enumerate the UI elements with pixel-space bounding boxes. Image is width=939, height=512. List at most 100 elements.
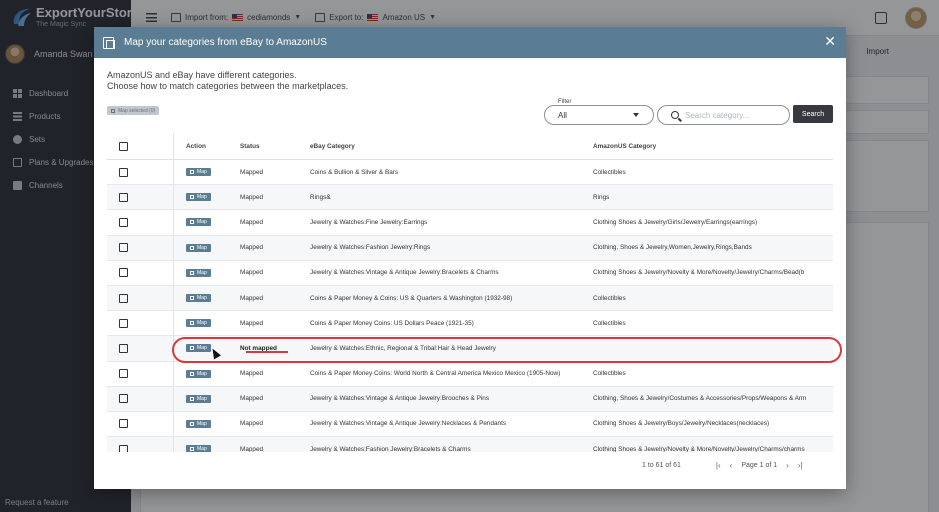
amazon-category-cell: Collectibles — [593, 370, 626, 378]
ebay-category-cell: Jewelry & Watches:Vintage & Antique Jewe… — [310, 395, 490, 403]
status-cell: Mapped — [240, 193, 264, 201]
next-page-icon[interactable]: › — [786, 461, 789, 470]
map-button-label: Map — [197, 244, 207, 251]
ebay-category-cell: Jewelry & Watches:Fine Jewelry:Earrings — [310, 218, 428, 226]
map-icon — [190, 195, 194, 200]
map-icon — [190, 245, 194, 250]
row-checkbox[interactable] — [119, 217, 128, 227]
ebay-category-cell: Jewelry & Watches:Vintage & Antique Jewe… — [310, 420, 507, 428]
map-button-label: Map — [197, 395, 207, 402]
table-body: Map Mapped Coins & Bullion & Silver & Bars… — [107, 160, 833, 452]
categories-table: Action Status eBay Category AmazonUS Cat… — [107, 133, 833, 452]
row-checkbox[interactable] — [119, 243, 128, 253]
map-icon — [190, 447, 194, 452]
map-button[interactable]: Map — [186, 319, 211, 328]
map-button[interactable]: Map — [186, 394, 211, 403]
amazon-category-cell: Collectibles — [593, 294, 626, 302]
map-button-label: Map — [197, 219, 207, 226]
ebay-category-cell: Coins & Paper Money Coins: World North &… — [310, 370, 561, 378]
map-icon — [190, 270, 194, 275]
chevron-down-icon — [633, 113, 639, 117]
map-icon — [190, 170, 194, 175]
row-checkbox[interactable] — [119, 444, 128, 452]
filter-value: All — [558, 111, 567, 120]
row-checkbox[interactable] — [119, 167, 128, 177]
ebay-category-cell: Rings& — [310, 193, 331, 201]
ebay-category-cell: Coins & Paper Money Coins: US Dollars Pe… — [310, 319, 474, 327]
amazon-category-cell: Clothing, Shoes & Jewelry,Women,Jewelry,… — [593, 244, 752, 252]
column-header-status[interactable]: Status — [240, 143, 310, 150]
row-checkbox[interactable] — [119, 192, 128, 202]
map-icon — [190, 220, 194, 225]
status-cell: Mapped — [240, 319, 264, 327]
status-cell: Mapped — [240, 168, 264, 176]
pager-page: Page 1 of 1 — [741, 462, 778, 469]
status-cell: Mapped — [240, 395, 264, 403]
map-button[interactable]: Map — [186, 445, 211, 452]
map-icon — [190, 396, 194, 401]
row-checkbox[interactable] — [119, 419, 128, 429]
prev-page-icon[interactable]: ‹ — [730, 461, 733, 470]
column-header-amazon[interactable]: AmazonUS Category — [593, 143, 833, 150]
map-icon — [190, 371, 194, 376]
table-header: Action Status eBay Category AmazonUS Cat… — [107, 133, 833, 160]
row-checkbox[interactable] — [119, 343, 128, 353]
map-button[interactable]: Map — [186, 218, 211, 227]
table-row: Map Mapped Coins & Paper Money Coins: US D… — [107, 311, 833, 337]
amazon-category-cell: Clothing Shoes & Jewelry/Boys/Jewelry/Ne… — [593, 420, 770, 428]
map-icon — [111, 108, 115, 113]
copy-icon — [103, 36, 115, 49]
map-button-label: Map — [197, 420, 207, 427]
ebay-category-cell: Jewelry & Watches:Fashion Jewelry:Bracel… — [310, 445, 471, 452]
table-row: Map Mapped Jewelry & Watches:Vintage & Ant… — [107, 411, 833, 438]
status-cell: Mapped — [240, 445, 264, 452]
row-checkbox[interactable] — [119, 293, 128, 303]
status-cell: Mapped — [240, 218, 264, 226]
map-button[interactable]: Map — [186, 168, 211, 177]
status-cell: Mapped — [240, 244, 264, 252]
map-button[interactable]: Map — [186, 193, 211, 202]
select-all-checkbox[interactable] — [119, 141, 128, 151]
table-row: Map Mapped Coins & Bullion & Silver & Bars… — [107, 160, 833, 186]
map-button-label: Map — [197, 194, 207, 201]
map-button[interactable]: Map — [186, 243, 211, 252]
status-cell: Mapped — [240, 294, 264, 302]
status-cell: Mapped — [240, 370, 264, 378]
ebay-category-cell: Jewelry & Watches:Vintage & Antique Jewe… — [310, 269, 499, 277]
close-icon[interactable]: ✕ — [824, 34, 836, 48]
filter-select[interactable]: Filter All — [544, 99, 654, 125]
annotation-highlight-ring — [172, 337, 842, 363]
search-button[interactable]: Search — [793, 105, 833, 123]
row-checkbox[interactable] — [119, 369, 128, 379]
map-icon — [190, 296, 194, 301]
map-selected-button[interactable]: Map selected (0) — [107, 106, 160, 115]
row-checkbox[interactable] — [119, 318, 128, 328]
ebay-category-cell: Coins & Bullion & Silver & Bars — [310, 168, 399, 176]
map-button-label: Map — [197, 269, 207, 276]
map-button[interactable]: Map — [186, 268, 211, 277]
map-button-label: Map — [197, 446, 207, 452]
map-button-label: Map — [197, 295, 207, 302]
last-page-icon[interactable]: ›| — [798, 461, 803, 470]
row-checkbox[interactable] — [119, 394, 128, 404]
table-row: Map Mapped Jewelry & Watches:Fashion Jewel… — [107, 235, 833, 261]
ebay-category-cell: Jewelry & Watches:Fashion Jewelry:Rings — [310, 244, 431, 252]
table-row: Map Mapped Jewelry & Watches:Fashion Jewel… — [107, 437, 833, 452]
search-field[interactable] — [657, 105, 790, 125]
map-categories-modal: Map your categories from eBay to AmazonU… — [94, 27, 846, 489]
search-input[interactable] — [685, 110, 780, 120]
map-button[interactable]: Map — [186, 294, 211, 303]
column-header-ebay[interactable]: eBay Category — [310, 143, 593, 150]
amazon-category-cell: Clothing Shoes & Jewelry/Girls/Jewelry/E… — [593, 218, 758, 226]
row-checkbox[interactable] — [119, 268, 128, 278]
pagination: 1 to 61 of 61 |‹ ‹ Page 1 of 1 › ›| — [642, 461, 803, 470]
map-button[interactable]: Map — [186, 369, 211, 378]
table-row: Map Mapped Coins & Paper Money Coins: Worl… — [107, 361, 833, 387]
map-button[interactable]: Map — [186, 419, 211, 428]
intro-line: AmazonUS and eBay have different categor… — [107, 70, 297, 80]
search-icon — [671, 111, 679, 119]
amazon-category-cell: Clothing Shoes & Jewelry/Novelty & More/… — [593, 445, 805, 452]
modal-header: Map your categories from eBay to AmazonU… — [94, 27, 846, 58]
amazon-category-cell: Rings — [593, 193, 610, 201]
first-page-icon[interactable]: |‹ — [716, 461, 721, 470]
